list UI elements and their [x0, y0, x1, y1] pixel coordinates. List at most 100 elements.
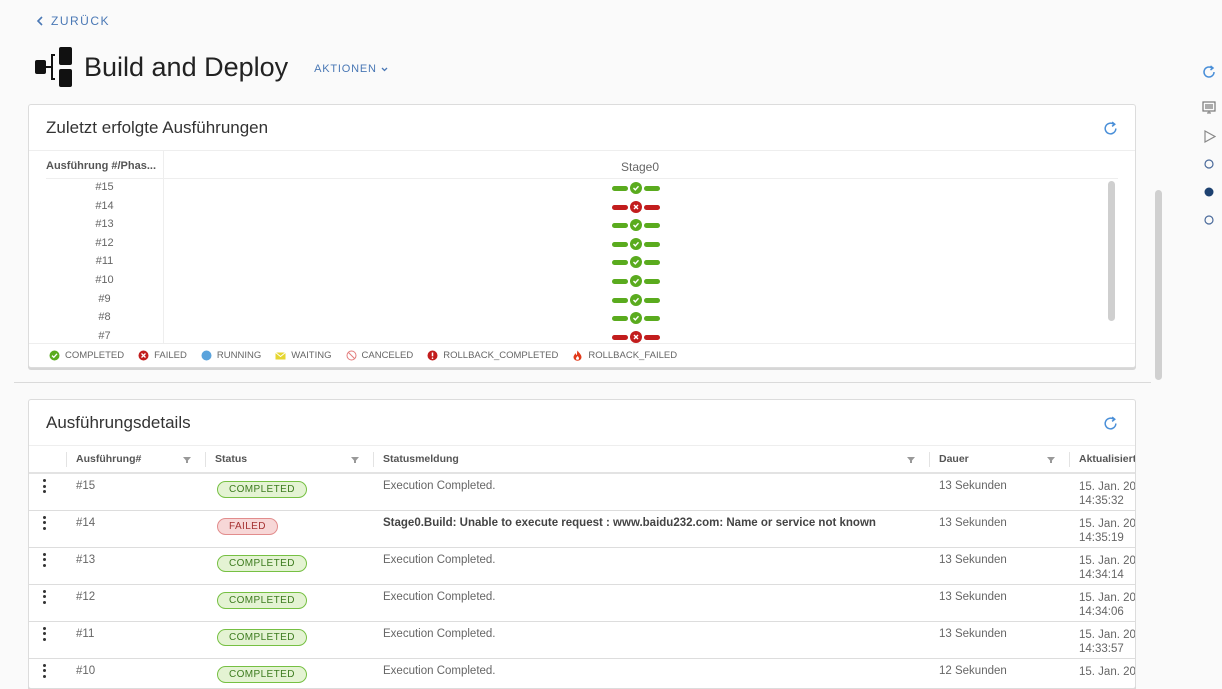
rail-page-3[interactable]	[1198, 206, 1220, 234]
stage-status-completed[interactable]	[612, 256, 660, 269]
monitor-icon	[1202, 101, 1216, 114]
check-circle-icon	[49, 350, 60, 361]
legend-item-running: RUNNING	[201, 350, 261, 361]
row-menu-button[interactable]	[29, 658, 66, 688]
filter-icon[interactable]	[907, 456, 915, 464]
execution-row: #7	[46, 328, 1118, 347]
column-header-duration[interactable]: Dauer	[929, 446, 1069, 474]
filter-icon[interactable]	[183, 456, 191, 464]
legend-label: FAILED	[154, 350, 187, 361]
stage-status-completed[interactable]	[612, 237, 660, 250]
updated-date: 15. Jan. 20	[1079, 517, 1136, 530]
stage-bar	[644, 260, 660, 266]
column-header-message[interactable]: Statusmeldung	[373, 446, 929, 474]
status-badge: COMPLETED	[217, 628, 307, 646]
updated-time: 14:35:19	[1079, 531, 1124, 544]
legend-label: WAITING	[291, 350, 332, 361]
back-link[interactable]: ZURÜCK	[36, 14, 110, 28]
rail-refresh[interactable]	[1198, 58, 1220, 86]
row-menu-button[interactable]	[29, 473, 66, 511]
stage-status-completed[interactable]	[612, 293, 660, 306]
updated-cell: 15. Jan. 20 14:35:19	[1069, 510, 1136, 548]
back-label: ZURÜCK	[51, 14, 110, 28]
stage-bar	[612, 316, 628, 322]
legend-label: ROLLBACK_FAILED	[588, 350, 678, 361]
column-header-status[interactable]: Status	[205, 446, 373, 474]
filter-icon[interactable]	[1047, 456, 1055, 464]
execution-number[interactable]: #13	[66, 547, 205, 585]
execution-number[interactable]: #11	[66, 621, 205, 659]
rail-page-2[interactable]	[1198, 178, 1220, 206]
filter-icon[interactable]	[351, 456, 359, 464]
status-message: Execution Completed.	[373, 584, 929, 622]
execution-number: #12	[95, 236, 114, 249]
rail-monitor[interactable]	[1198, 94, 1220, 122]
execution-number[interactable]: #12	[66, 584, 205, 622]
legend-item-waiting: WAITING	[275, 350, 332, 361]
status-cell: COMPLETED	[205, 658, 373, 688]
execution-row: #10	[46, 272, 1118, 291]
execution-number: #10	[95, 273, 114, 286]
row-menu-button[interactable]	[29, 584, 66, 622]
stage-status-failed[interactable]	[612, 330, 660, 343]
x-circle-icon	[138, 350, 149, 361]
kebab-menu-icon	[43, 663, 47, 678]
recent-executions-card: Zuletzt erfolgte Ausführungen Ausführung…	[28, 104, 1136, 368]
legend-item-canceled: CANCELED	[346, 350, 414, 361]
table-row[interactable]: #14 FAILED Stage0.Build: Unable to execu…	[29, 510, 1136, 548]
main-scrollbar[interactable]	[1155, 190, 1162, 380]
x-circle-icon	[630, 330, 642, 343]
execution-column-header: Ausführung #/Phas...	[46, 160, 157, 172]
status-message: Execution Completed.	[373, 658, 929, 688]
updated-date: 15. Jan. 20	[1079, 628, 1136, 641]
refresh-icon[interactable]	[1102, 415, 1119, 432]
stage-status-failed[interactable]	[612, 200, 660, 213]
table-row[interactable]: #15 COMPLETED Execution Completed. 13 Se…	[29, 473, 1136, 511]
chevron-down-icon	[381, 67, 388, 71]
refresh-icon[interactable]	[1102, 120, 1119, 137]
page-title: Build and Deploy	[84, 51, 289, 82]
section-divider	[14, 382, 1151, 383]
stage-status-completed[interactable]	[612, 312, 660, 325]
stage-bar	[644, 316, 660, 322]
stage-status-completed[interactable]	[612, 182, 660, 194]
status-cell: FAILED	[205, 510, 373, 548]
stage-status-completed[interactable]	[612, 274, 660, 287]
execution-number[interactable]: #14	[66, 510, 205, 548]
executions-scrollbar[interactable]	[1108, 181, 1115, 321]
table-row[interactable]: #12 COMPLETED Execution Completed. 13 Se…	[29, 584, 1135, 622]
execution-number[interactable]: #15	[66, 473, 205, 511]
check-circle-icon	[630, 237, 642, 250]
table-row[interactable]: #10 COMPLETED Execution Completed. 12 Se…	[29, 658, 1135, 688]
legend-item-completed: COMPLETED	[49, 350, 124, 361]
execution-number[interactable]: #10	[66, 658, 205, 688]
actions-label: AKTIONEN	[314, 63, 377, 75]
rail-run[interactable]	[1198, 122, 1220, 150]
table-row[interactable]: #13 COMPLETED Execution Completed. 13 Se…	[29, 547, 1135, 585]
table-row[interactable]: #11 COMPLETED Execution Completed. 13 Se…	[29, 621, 1136, 659]
row-menu-button[interactable]	[29, 510, 66, 548]
check-circle-icon	[630, 219, 642, 232]
check-circle-icon	[630, 274, 642, 287]
stage-bar	[612, 278, 628, 284]
column-header-execution[interactable]: Ausführung#	[66, 446, 205, 474]
status-badge: COMPLETED	[217, 591, 307, 609]
rail-page-1[interactable]	[1198, 150, 1220, 178]
row-menu-button[interactable]	[29, 621, 66, 659]
updated-date: 15. Jan. 20	[1079, 481, 1136, 493]
row-menu-button[interactable]	[29, 547, 66, 585]
column-header-updated[interactable]: Aktualisiert	[1069, 446, 1135, 474]
column-header-actions	[29, 446, 66, 474]
stage-bar	[644, 278, 660, 284]
stage-column-header: Stage0	[621, 160, 660, 174]
execution-details-table: Ausführung# Status Statusmeldung Dauer A…	[29, 446, 1136, 688]
execution-number: #7	[98, 329, 111, 342]
actions-dropdown[interactable]: AKTIONEN	[314, 63, 388, 75]
stage-bar	[612, 186, 628, 191]
stage-status-completed[interactable]	[612, 219, 660, 232]
updated-time: 14:35:32	[1079, 495, 1124, 507]
execution-row: #9	[46, 291, 1118, 310]
legend-label: CANCELED	[361, 350, 414, 361]
envelope-icon	[275, 350, 286, 361]
execution-number: #11	[95, 255, 114, 268]
